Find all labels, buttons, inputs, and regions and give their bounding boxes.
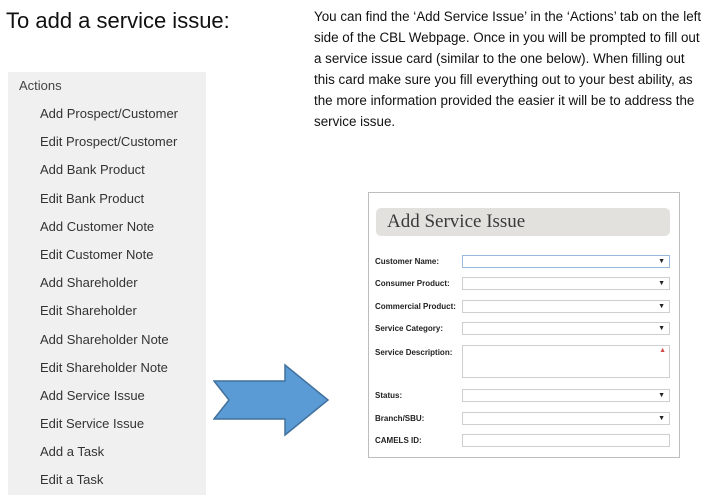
actions-panel: Actions Add Prospect/Customer Edit Prosp… — [8, 72, 206, 495]
status-label: Status: — [375, 391, 403, 400]
menu-item-add-customer-note[interactable]: Add Customer Note — [40, 218, 178, 246]
commercial-product-select[interactable]: ▼ — [462, 300, 670, 313]
chevron-down-icon: ▼ — [658, 280, 665, 287]
menu-item-edit-customer-note[interactable]: Edit Customer Note — [40, 246, 178, 274]
intro-paragraph: You can find the ‘Add Service Issue’ in … — [314, 9, 702, 129]
menu-item-edit-bank-product[interactable]: Edit Bank Product — [40, 190, 178, 218]
customer-name-select[interactable]: ▼ — [462, 255, 670, 268]
card-title: Add Service Issue — [387, 211, 526, 232]
branch-sbu-label: Branch/SBU: — [375, 414, 425, 423]
card-header: Add Service Issue — [376, 208, 670, 236]
consumer-product-select[interactable]: ▼ — [462, 277, 670, 290]
camels-id-input[interactable] — [462, 434, 670, 447]
chevron-down-icon: ▼ — [658, 258, 665, 265]
camels-id-label: CAMELS ID: — [375, 436, 422, 445]
actions-menu: Add Prospect/Customer Edit Prospect/Cust… — [40, 105, 178, 500]
menu-item-edit-shareholder-note[interactable]: Edit Shareholder Note — [40, 359, 178, 387]
menu-item-add-task[interactable]: Add a Task — [40, 443, 178, 471]
chevron-down-icon: ▼ — [658, 392, 665, 399]
menu-item-edit-shareholder[interactable]: Edit Shareholder — [40, 302, 178, 330]
menu-item-edit-prospect-customer[interactable]: Edit Prospect/Customer — [40, 133, 178, 161]
service-description-textarea[interactable]: ▲ — [462, 345, 670, 378]
service-description-label: Service Description: — [375, 348, 453, 357]
menu-item-add-shareholder[interactable]: Add Shareholder — [40, 274, 178, 302]
branch-sbu-select[interactable]: ▼ — [462, 412, 670, 425]
actions-tab-title[interactable]: Actions — [19, 78, 62, 93]
add-service-issue-card: Add Service Issue Customer Name: ▼ Consu… — [368, 192, 680, 458]
chevron-down-icon: ▼ — [658, 415, 665, 422]
page-heading: To add a service issue: — [6, 8, 230, 33]
menu-item-edit-task[interactable]: Edit a Task — [40, 471, 178, 499]
menu-item-add-shareholder-note[interactable]: Add Shareholder Note — [40, 331, 178, 359]
menu-item-add-prospect-customer[interactable]: Add Prospect/Customer — [40, 105, 178, 133]
commercial-product-label: Commercial Product: — [375, 302, 456, 311]
service-category-label: Service Category: — [375, 324, 444, 333]
consumer-product-label: Consumer Product: — [375, 279, 450, 288]
chevron-down-icon: ▼ — [658, 303, 665, 310]
status-select[interactable]: ▼ — [462, 389, 670, 402]
required-marker-icon: ▲ — [659, 347, 666, 354]
customer-name-label: Customer Name: — [375, 257, 440, 266]
right-arrow-icon — [213, 363, 330, 437]
chevron-down-icon: ▼ — [658, 325, 665, 332]
menu-item-edit-service-issue[interactable]: Edit Service Issue — [40, 415, 178, 443]
menu-item-add-bank-product[interactable]: Add Bank Product — [40, 161, 178, 189]
menu-item-add-service-issue[interactable]: Add Service Issue — [40, 387, 178, 415]
service-category-select[interactable]: ▼ — [462, 322, 670, 335]
